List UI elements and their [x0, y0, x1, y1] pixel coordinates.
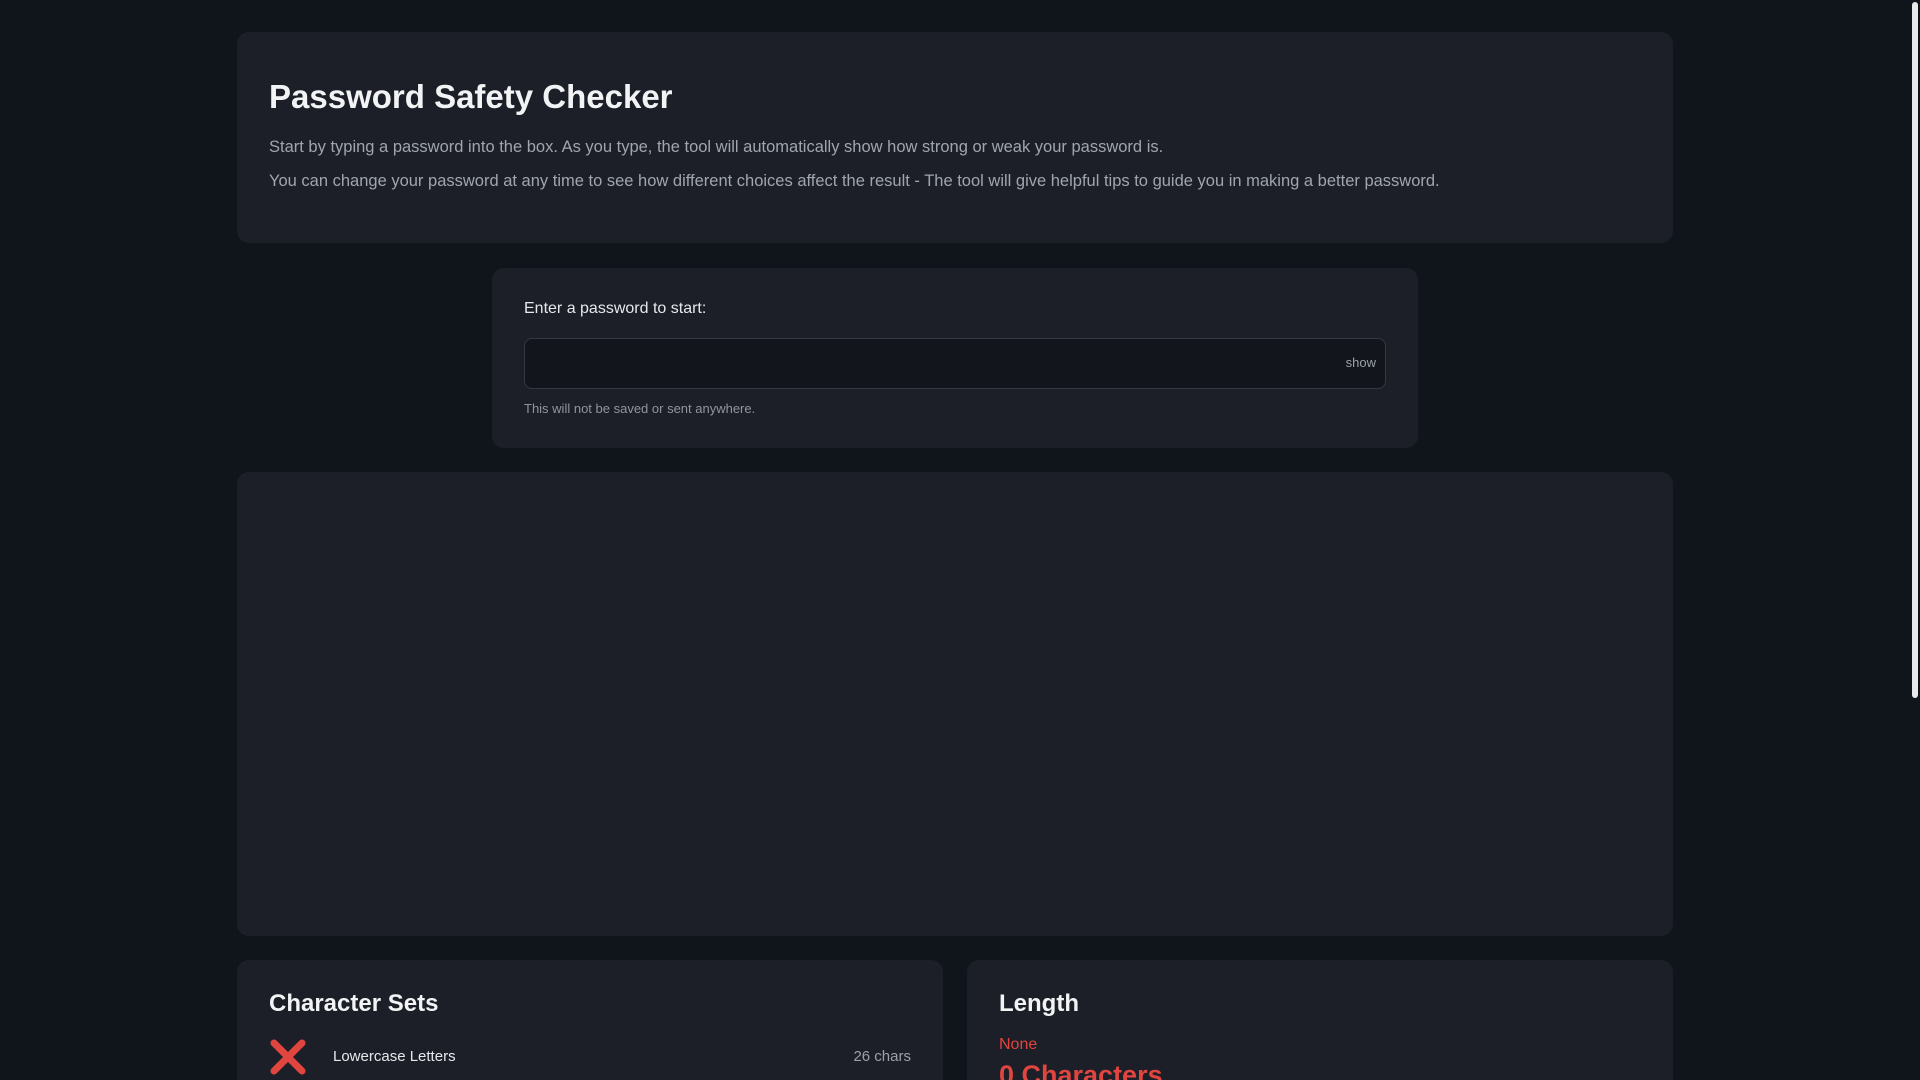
password-label: Enter a password to start: — [524, 300, 707, 317]
character-sets-card: Character Sets Lowercase Letters 26 char… — [237, 960, 943, 1080]
length-rating: None — [999, 1036, 1038, 1053]
show-password-toggle[interactable]: show — [1346, 355, 1376, 371]
length-title: Length — [999, 990, 1079, 1017]
length-value: 0 Characters — [999, 1060, 1163, 1080]
charset-name: Lowercase Letters — [333, 1048, 456, 1065]
length-card: Length None 0 Characters — [967, 960, 1673, 1080]
character-sets-title: Character Sets — [269, 990, 439, 1017]
page-title: Password Safety Checker — [269, 78, 673, 115]
page: Password Safety Checker Start by typing … — [0, 0, 1910, 1080]
password-input-card: Enter a password to start: show This wil… — [492, 268, 1418, 448]
charset-count: 26 chars — [853, 1048, 911, 1065]
scrollbar-thumb[interactable] — [1912, 2, 1918, 698]
password-input[interactable] — [525, 339, 1285, 388]
charset-row-lowercase: Lowercase Letters 26 chars — [269, 1038, 911, 1075]
intro-paragraph-2: You can change your password at any time… — [269, 172, 1440, 190]
password-field-wrapper: show — [524, 338, 1386, 389]
intro-card: Password Safety Checker Start by typing … — [237, 32, 1673, 243]
strength-display-panel — [237, 472, 1673, 936]
privacy-hint: This will not be saved or sent anywhere. — [524, 401, 756, 416]
intro-paragraph-1: Start by typing a password into the box.… — [269, 138, 1164, 156]
cross-icon — [270, 1039, 306, 1075]
